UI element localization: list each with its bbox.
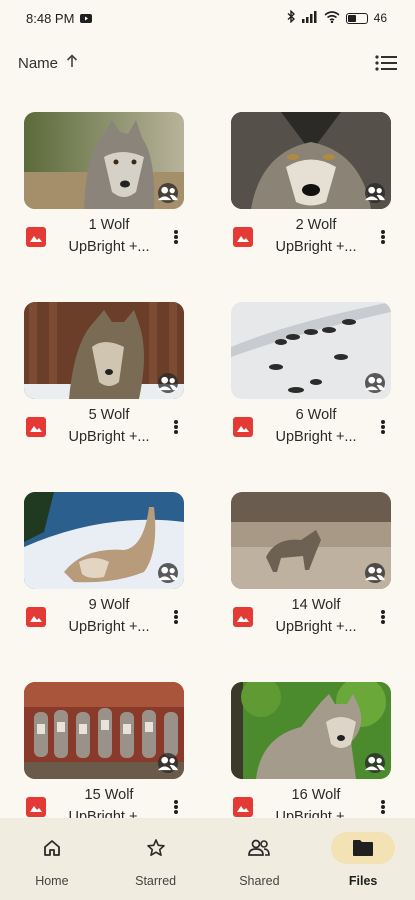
status-time: 8:48 PM [26,10,75,26]
image-file-icon [233,797,253,817]
wifi-icon [324,10,340,26]
file-thumbnail[interactable] [231,302,391,399]
file-card[interactable]: 14 Wolf UpBright +... [231,492,406,652]
bluetooth-icon [287,9,296,26]
nav-label: Home [35,874,69,888]
image-file-icon [26,417,46,437]
image-file-icon [26,227,46,247]
nav-item-home[interactable]: Home [2,832,102,888]
arrow-up-icon [66,54,78,72]
file-name: 14 Wolf [291,597,341,613]
file-thumbnail[interactable] [24,492,184,589]
shared-people-icon [365,183,385,203]
file-thumbnail[interactable] [231,492,391,589]
file-thumbnail[interactable] [24,302,184,399]
file-thumbnail[interactable] [24,682,184,779]
file-thumbnail[interactable] [231,112,391,209]
files-grid: 1 Wolf UpBright +... 2 Wolf UpBright +..… [0,112,415,818]
file-card[interactable]: 9 Wolf UpBright +... [24,492,199,652]
file-subtitle: UpBright +... [68,239,150,255]
status-bar: 8:48 PM 46 [0,0,415,36]
image-file-icon [233,227,253,247]
more-options-icon[interactable] [378,417,388,437]
file-name: 15 Wolf [84,787,134,803]
file-name: 1 Wolf [88,217,130,233]
more-options-icon[interactable] [378,607,388,627]
file-card[interactable]: 16 Wolf UpBright +... [231,682,406,818]
battery-level: 46 [373,11,387,25]
shared-people-icon [158,753,178,773]
bottom-navigation: Home Starred Shared Files [0,818,415,900]
file-thumbnail[interactable] [231,682,391,779]
shared-people-icon [365,753,385,773]
battery-icon [345,12,368,24]
more-options-icon[interactable] [171,417,181,437]
nav-label: Files [348,874,378,888]
more-options-icon[interactable] [378,797,388,817]
list-view-icon[interactable] [375,55,397,71]
shared-people-icon [365,563,385,583]
file-subtitle: UpBright +... [68,809,150,818]
sort-toolbar: Name [0,48,415,78]
file-subtitle: UpBright +... [68,429,150,445]
file-name: 6 Wolf [295,407,337,423]
sort-label: Name [18,54,59,72]
file-name: 2 Wolf [295,217,337,233]
nav-label: Shared [239,874,280,888]
sort-by-name-button[interactable]: Name [18,54,78,72]
file-subtitle: UpBright +... [275,239,357,255]
file-card[interactable]: 2 Wolf UpBright +... [231,112,406,272]
nav-item-shared[interactable]: Shared [209,832,309,888]
file-thumbnail[interactable] [24,112,184,209]
image-file-icon [233,607,253,627]
shared-people-icon [227,832,291,864]
shared-people-icon [365,373,385,393]
file-subtitle: UpBright +... [275,619,357,635]
more-options-icon[interactable] [171,607,181,627]
file-subtitle: UpBright +... [275,429,357,445]
more-options-icon[interactable] [171,797,181,817]
file-card[interactable]: 1 Wolf UpBright +... [24,112,199,272]
shared-people-icon [158,563,178,583]
more-options-icon[interactable] [378,227,388,247]
nav-item-starred[interactable]: Starred [106,832,206,888]
shared-people-icon [158,183,178,203]
star-icon [124,832,188,864]
folder-icon [331,832,396,864]
file-card[interactable]: 6 Wolf UpBright +... [231,302,406,462]
signal-icon [301,10,318,26]
file-card[interactable]: 15 Wolf UpBright +... [24,682,199,818]
file-name: 9 Wolf [88,597,130,613]
shared-people-icon [158,373,178,393]
nav-label: Starred [135,874,177,888]
file-card[interactable]: 5 Wolf UpBright +... [24,302,199,462]
file-subtitle: UpBright +... [68,619,150,635]
home-icon [20,832,84,864]
image-file-icon [233,417,253,437]
file-name: 16 Wolf [291,787,341,803]
more-options-icon[interactable] [171,227,181,247]
image-file-icon [26,797,46,817]
nav-item-files[interactable]: Files [313,832,413,888]
file-name: 5 Wolf [88,407,130,423]
youtube-notification-icon [80,11,93,26]
image-file-icon [26,607,46,627]
file-subtitle: UpBright +... [275,809,357,818]
